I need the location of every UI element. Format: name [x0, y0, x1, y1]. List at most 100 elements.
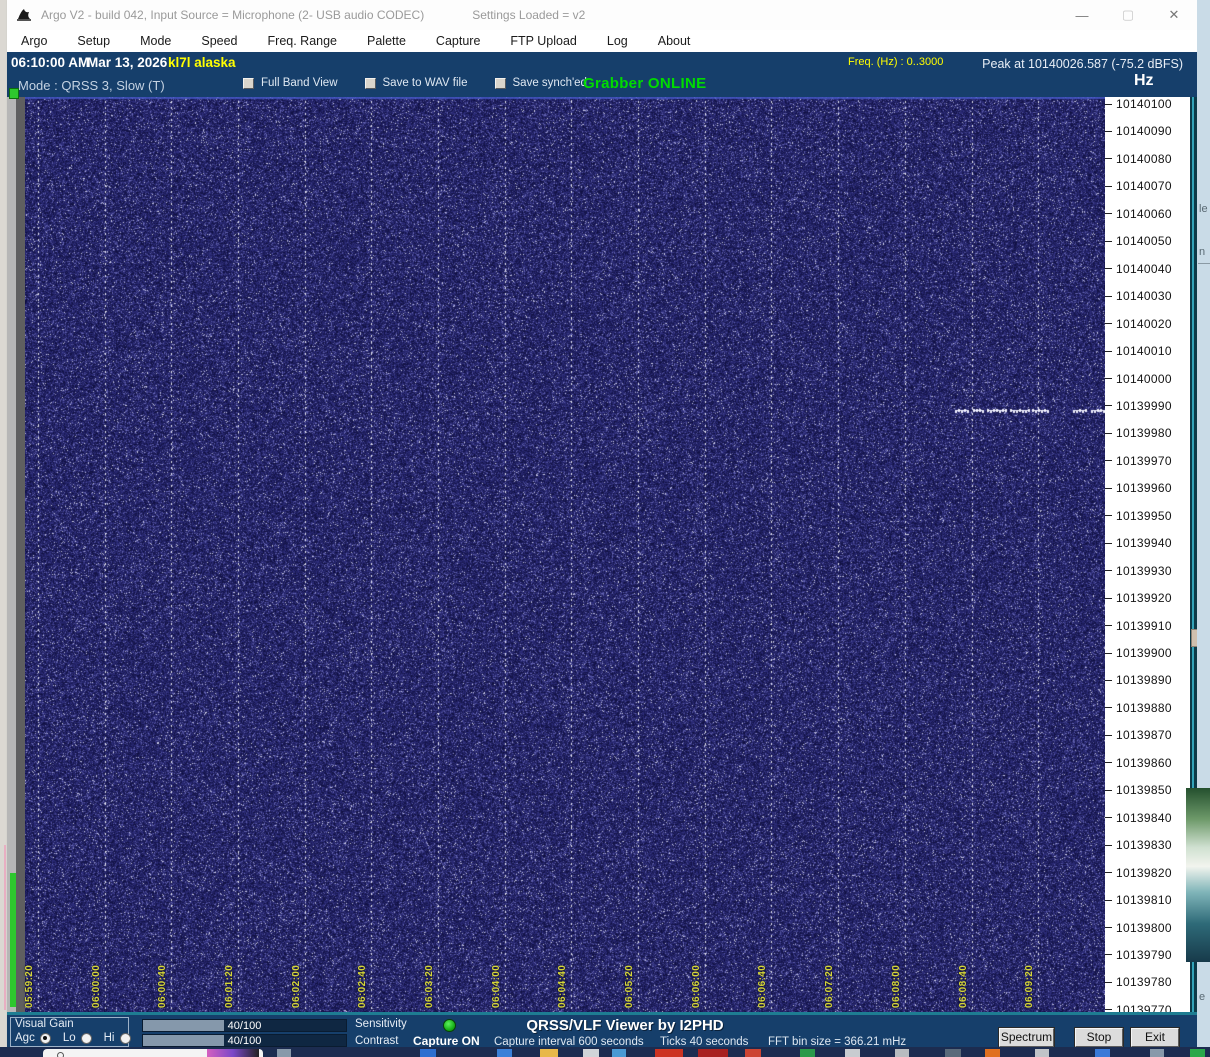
- freq-label-row: 10139960: [1105, 481, 1183, 495]
- maximize-button[interactable]: ▢: [1105, 0, 1151, 30]
- minimize-button[interactable]: —: [1059, 0, 1105, 30]
- radio-hi[interactable]: Hi: [104, 1032, 131, 1044]
- freq-tick-mark: [1105, 735, 1112, 736]
- checkbox-box[interactable]: [495, 78, 506, 89]
- checkbox-save-to-wav-file[interactable]: Save to WAV file: [365, 77, 468, 89]
- freq-label: 10139930: [1116, 564, 1172, 578]
- taskbar-icon-fragment[interactable]: [1095, 1049, 1110, 1057]
- stop-button[interactable]: Stop: [1075, 1028, 1123, 1047]
- header-bar: 06:10:00 AM Mar 13, 2026 kl7l alaska Fre…: [7, 52, 1197, 97]
- taskbar-icon-fragment[interactable]: [1150, 1049, 1164, 1057]
- taskbar-icon-fragment[interactable]: [540, 1049, 558, 1057]
- time-label: 06:03:20: [424, 946, 436, 1008]
- freq-label: 10139830: [1116, 838, 1172, 852]
- freq-label-row: 10139780: [1105, 975, 1183, 989]
- taskbar-search-box[interactable]: [43, 1049, 263, 1057]
- taskbar-icon-fragment[interactable]: [277, 1049, 291, 1057]
- radio-circle[interactable]: [120, 1033, 131, 1044]
- time-label: 06:05:20: [624, 946, 636, 1008]
- checkbox-box[interactable]: [243, 78, 254, 89]
- close-button[interactable]: ✕: [1151, 0, 1197, 30]
- slider-sensitivity[interactable]: 40/100: [142, 1019, 347, 1032]
- taskbar-icon-fragment[interactable]: [745, 1049, 761, 1057]
- capture-indicator-square: [9, 88, 19, 99]
- taskbar-icon-fragment[interactable]: [895, 1049, 909, 1057]
- taskbar-icon-fragment[interactable]: [845, 1049, 860, 1057]
- menu-item-log[interactable]: Log: [607, 34, 628, 48]
- line-progress-bar: [10, 873, 16, 1007]
- freq-label-row: 10140050: [1105, 234, 1183, 248]
- waterfall-spectrogram: [25, 97, 1105, 1012]
- background-text-fragment: n: [1199, 246, 1205, 258]
- peak-readout: Peak at 10140026.587 (-75.2 dBFS): [982, 57, 1183, 71]
- taskbar-icon-fragment[interactable]: [497, 1049, 512, 1057]
- slider-contrast[interactable]: 40/100: [142, 1034, 347, 1047]
- radio-circle[interactable]: [40, 1033, 51, 1044]
- screen: Argo V2 - build 042, Input Source = Micr…: [0, 0, 1210, 1057]
- slider-value: 40/100: [143, 1020, 346, 1032]
- freq-label: 10139840: [1116, 811, 1172, 825]
- slider-value: 40/100: [143, 1035, 346, 1047]
- time-label: 06:00:40: [157, 946, 169, 1008]
- spectrum-button[interactable]: Spectrum: [999, 1028, 1054, 1047]
- radio-agc[interactable]: Agc: [15, 1032, 51, 1044]
- freq-tick-mark: [1105, 433, 1112, 434]
- menu-item-palette[interactable]: Palette: [367, 34, 406, 48]
- freq-tick-mark: [1105, 625, 1112, 626]
- menu-item-mode[interactable]: Mode: [140, 34, 171, 48]
- menu-item-speed[interactable]: Speed: [201, 34, 237, 48]
- exit-button[interactable]: Exit: [1131, 1028, 1179, 1047]
- checkbox-save-synch-ed[interactable]: Save synch'ed: [495, 77, 587, 89]
- taskbar-icon-fragment[interactable]: [1190, 1049, 1205, 1057]
- freq-tick-mark: [1105, 186, 1112, 187]
- taskbar-icon-fragment[interactable]: [583, 1049, 599, 1057]
- freq-tick-mark: [1105, 817, 1112, 818]
- taskbar-icon-fragment[interactable]: [612, 1049, 626, 1057]
- taskbar-icon-fragment[interactable]: [655, 1049, 683, 1057]
- time-label: 06:06:40: [757, 946, 769, 1008]
- freq-label-row: 10139970: [1105, 454, 1183, 468]
- freq-label-row: 10140100: [1105, 97, 1183, 111]
- menu-item-setup[interactable]: Setup: [77, 34, 110, 48]
- taskbar-icon-fragment[interactable]: [1035, 1049, 1049, 1057]
- taskbar-icon-fragment[interactable]: [800, 1049, 815, 1057]
- freq-label-row: 10139900: [1105, 646, 1183, 660]
- menu-item-about[interactable]: About: [658, 34, 691, 48]
- freq-tick-mark: [1105, 762, 1112, 763]
- freq-label-row: 10139910: [1105, 619, 1183, 633]
- menu-item-ftp-upload[interactable]: FTP Upload: [510, 34, 576, 48]
- freq-label: 10139950: [1116, 509, 1172, 523]
- time-label: 06:08:00: [891, 946, 903, 1008]
- freq-tick-mark: [1105, 351, 1112, 352]
- taskbar-icon-fragment[interactable]: [945, 1049, 961, 1057]
- freq-label: 10140070: [1116, 179, 1172, 193]
- freq-label: 10139790: [1116, 948, 1172, 962]
- taskbar-icon-fragment[interactable]: [420, 1049, 436, 1057]
- capture-state-label: Capture ON: [413, 1034, 480, 1048]
- menu-item-capture[interactable]: Capture: [436, 34, 480, 48]
- taskbar-icon-fragment[interactable]: [698, 1049, 728, 1057]
- menu-item-argo[interactable]: Argo: [21, 34, 47, 48]
- argo-window: Argo V2 - build 042, Input Source = Micr…: [7, 0, 1197, 1047]
- frequency-axis-panel: 10140100 10140090 10140080 10140070 10140060…: [1105, 97, 1183, 1012]
- freq-label-row: 10139860: [1105, 756, 1183, 770]
- menu-item-freq-range[interactable]: Freq. Range: [268, 34, 337, 48]
- freq-label: 10139960: [1116, 481, 1172, 495]
- taskbar-icon-fragment[interactable]: [985, 1049, 1000, 1057]
- radio-circle[interactable]: [81, 1033, 92, 1044]
- checkbox-label: Full Band View: [261, 77, 338, 89]
- freq-label: 10139980: [1116, 426, 1172, 440]
- freq-label-row: 10139810: [1105, 893, 1183, 907]
- radio-lo[interactable]: Lo: [63, 1032, 92, 1044]
- freq-label-row: 10140010: [1105, 344, 1183, 358]
- windows-taskbar[interactable]: [0, 1047, 1210, 1057]
- radio-label: Hi: [104, 1032, 115, 1044]
- checkbox-full-band-view[interactable]: Full Band View: [243, 77, 338, 89]
- checkbox-label: Save synch'ed: [513, 77, 587, 89]
- checkbox-group: Full Band View Save to WAV file Save synch…: [243, 77, 614, 89]
- freq-label-row: 10139880: [1105, 701, 1183, 715]
- title-bar[interactable]: Argo V2 - build 042, Input Source = Micr…: [7, 0, 1197, 30]
- freq-label-row: 10139950: [1105, 509, 1183, 523]
- freq-label: 10139920: [1116, 591, 1172, 605]
- checkbox-box[interactable]: [365, 78, 376, 89]
